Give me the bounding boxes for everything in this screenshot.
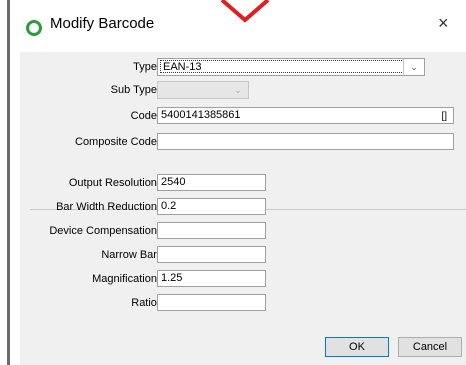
ratio-field[interactable] — [157, 294, 266, 311]
type-value: EAN-13 — [160, 60, 404, 73]
output-resolution-label: Output Resolution: — [68, 177, 160, 189]
bar-width-reduction-field[interactable]: 0.2 — [157, 198, 266, 215]
cancel-button[interactable]: Cancel — [398, 337, 462, 357]
output-resolution-row: Output Resolution: 2540 — [20, 174, 466, 194]
narrow-bar-row: Narrow Bar: — [20, 246, 466, 266]
close-button[interactable]: × — [438, 13, 449, 34]
chevron-down-icon: ⌄ — [403, 59, 424, 75]
ratio-row: Ratio: — [20, 294, 466, 314]
code-label: Code: — [130, 110, 160, 122]
chevron-down-icon: ⌄ — [234, 85, 242, 95]
output-resolution-field[interactable]: 2540 — [157, 174, 266, 191]
bar-width-reduction-row: Bar Width Reduction: 0.2 — [20, 198, 466, 218]
narrow-bar-label: Narrow Bar: — [101, 249, 160, 261]
dialog-body: Type: EAN-13 ⌄ Sub Type: ⌄ Code: 5400141… — [20, 52, 466, 365]
device-compensation-label: Device Compensation: — [49, 225, 160, 237]
device-compensation-row: Device Compensation: — [20, 222, 466, 242]
ratio-label: Ratio: — [131, 297, 160, 309]
dialog-title: Modify Barcode — [50, 15, 155, 32]
red-arrow-marker — [220, 0, 270, 23]
sub-type-select[interactable]: ⌄ — [157, 81, 249, 99]
type-label: Type: — [133, 61, 160, 73]
modify-barcode-dialog: Modify Barcode × Type: EAN-13 ⌄ Sub Type… — [10, 0, 466, 365]
code-field[interactable]: 5400141385861 [] — [157, 107, 454, 124]
composite-code-label: Composite Code: — [75, 136, 160, 148]
status-circle-icon — [26, 20, 42, 36]
code-value: 5400141385861 — [161, 109, 241, 121]
sub-type-row: Sub Type: ⌄ — [20, 81, 466, 101]
code-row: Code: 5400141385861 [] — [20, 107, 466, 127]
type-row: Type: EAN-13 ⌄ — [20, 58, 466, 78]
sub-type-label: Sub Type: — [110, 84, 160, 96]
ok-button[interactable]: OK — [325, 337, 389, 357]
bar-width-reduction-label: Bar Width Reduction: — [56, 201, 160, 213]
type-select[interactable]: EAN-13 ⌄ — [157, 58, 425, 76]
code-picker-button[interactable]: [] — [441, 109, 447, 124]
device-compensation-field[interactable] — [157, 222, 266, 239]
composite-code-row: Composite Code: — [20, 133, 466, 153]
magnification-label: Magnification: — [92, 273, 160, 285]
composite-code-field[interactable] — [157, 133, 454, 150]
magnification-row: Magnification: 1.25 — [20, 270, 466, 290]
narrow-bar-field[interactable] — [157, 246, 266, 263]
magnification-field[interactable]: 1.25 — [157, 270, 266, 287]
